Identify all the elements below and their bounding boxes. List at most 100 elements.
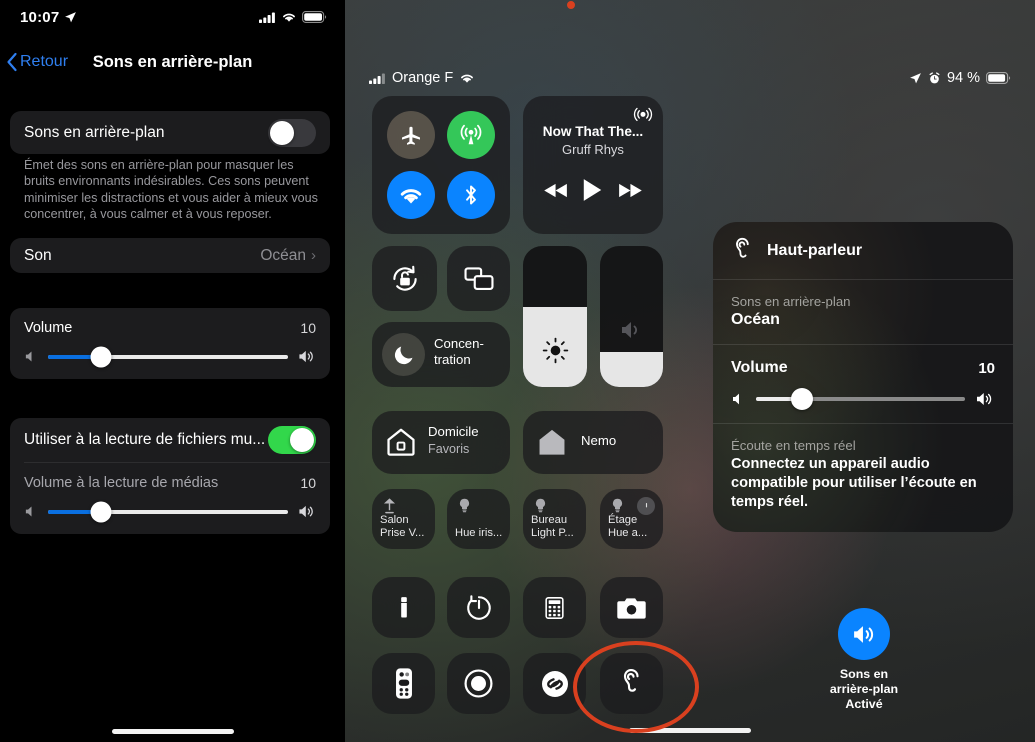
hearing-popup-header: Haut-parleur <box>713 222 1013 279</box>
volume-slider[interactable] <box>600 246 663 387</box>
home-favorites-label: Domicile <box>428 424 479 439</box>
media-artist: Gruff Rhys <box>562 142 624 157</box>
ear-hearing-icon <box>736 237 749 258</box>
background-sounds-action-button[interactable] <box>838 608 890 660</box>
brightness-slider[interactable] <box>523 246 587 387</box>
annotation-placeholder <box>567 1 575 9</box>
back-button[interactable]: Retour <box>6 52 68 72</box>
device-tile-hue-iris-label: Hue iris... <box>455 526 503 539</box>
timer-tile[interactable] <box>447 577 510 638</box>
background-sounds-row[interactable]: Sons en arrière-plan <box>10 111 330 154</box>
fast-forward-icon[interactable] <box>617 182 642 199</box>
hearing-tile[interactable] <box>600 653 663 714</box>
background-sounds-value: Océan <box>731 311 780 328</box>
media-volume-value: 10 <box>300 475 316 491</box>
volume-slider-block: Volume 10 <box>10 308 330 379</box>
calculator-tile[interactable] <box>523 577 586 638</box>
settings-nav-bar: Sons en arrière-plan Retour <box>0 44 345 80</box>
alarm-clock-icon <box>929 71 940 83</box>
airplane-icon <box>402 126 420 145</box>
shazam-tile[interactable] <box>523 653 586 714</box>
home-nemo-label: Nemo <box>581 433 617 448</box>
back-button-label: Retour <box>20 53 69 70</box>
rewind-icon[interactable] <box>544 182 569 199</box>
focus-button[interactable]: Concen- tration <box>372 322 510 387</box>
chevron-right-icon: › <box>311 247 316 264</box>
status-bar-time: 10:07 <box>20 8 60 26</box>
device-tile-hue-iris[interactable]: Hue iris... <box>447 489 510 549</box>
screen-record-tile[interactable] <box>447 653 510 714</box>
background-sounds-sublabel: Sons en arrière-plan <box>731 294 851 309</box>
settings-status-bar: 10:07 <box>0 0 345 34</box>
home-favorites-tile[interactable]: Domicile Favoris <box>372 411 510 474</box>
cellular-data-button[interactable] <box>447 111 495 159</box>
speaker-low-icon <box>733 393 739 405</box>
bluetooth-button[interactable] <box>447 171 495 219</box>
background-sounds-toggle[interactable] <box>268 118 316 147</box>
media-playback-toggle[interactable] <box>268 426 316 454</box>
rotation-lock-icon <box>393 265 417 291</box>
device-secondary-icon[interactable] <box>637 497 655 515</box>
popup-volume-section: Volume 10 <box>713 345 1013 423</box>
calculator-icon <box>545 597 564 619</box>
hearing-popup-title: Haut-parleur <box>767 241 863 259</box>
rotation-lock-button[interactable] <box>372 246 437 311</box>
speaker-high-icon <box>977 393 992 405</box>
focus-label: Concen- tration <box>434 336 484 367</box>
camera-icon <box>617 598 646 619</box>
battery-percentage: 94 % <box>946 70 980 86</box>
media-playback-row[interactable]: Utiliser à la lecture de fichiers mu... <box>10 418 330 462</box>
location-arrow-icon <box>65 11 77 22</box>
speaker-low-icon <box>25 506 32 517</box>
camera-tile[interactable] <box>600 577 663 638</box>
sound-group: Son Océan › <box>10 238 330 273</box>
device-tile-bureau[interactable]: Bureau Light P... <box>523 489 586 549</box>
wifi-icon <box>400 188 422 203</box>
media-playback-label: Utiliser à la lecture de fichiers mu... <box>24 431 266 448</box>
device-tile-salon[interactable]: Salon Prise V... <box>372 489 435 549</box>
lamp-icon <box>383 498 396 514</box>
speaker-high-icon <box>299 350 313 363</box>
device-tile-etage[interactable]: Étage Hue a... <box>600 489 663 549</box>
cc-status-bar: Orange F 94 % <box>369 66 1011 90</box>
popup-volume-slider[interactable] <box>756 388 965 410</box>
speaker-high-icon <box>299 505 313 518</box>
popup-volume-label: Volume <box>731 359 788 376</box>
flashlight-tile[interactable] <box>372 577 435 638</box>
background-sounds-section[interactable]: Sons en arrière-plan Océan <box>713 280 1013 344</box>
bluetooth-icon <box>466 185 476 205</box>
live-listen-section: Écoute en temps réel Connectez un appare… <box>713 424 1013 532</box>
background-sounds-label: Sons en arrière-plan <box>24 123 165 141</box>
wifi-button[interactable] <box>387 171 435 219</box>
home-nemo-tile[interactable]: Nemo <box>523 411 663 474</box>
screen-mirroring-button[interactable] <box>447 246 510 311</box>
media-player-module: Now That The... Gruff Rhys <box>523 96 663 234</box>
ear-hearing-icon <box>623 668 639 692</box>
screen-record-icon <box>464 669 493 698</box>
device-tile-bureau-label: Bureau Light P... <box>531 513 574 539</box>
play-icon[interactable] <box>582 178 603 202</box>
airplane-mode-button[interactable] <box>387 111 435 159</box>
house-outline-icon <box>387 428 415 456</box>
wifi-icon <box>461 74 474 83</box>
speaker-low-icon <box>25 351 32 362</box>
popup-volume-value: 10 <box>978 359 995 377</box>
bulb-icon <box>535 498 546 513</box>
remote-tile[interactable] <box>372 653 435 714</box>
screen-mirroring-icon <box>464 267 494 290</box>
chevron-left-icon <box>7 52 17 72</box>
speaker-icon <box>621 322 637 338</box>
cellular-signal-icon <box>369 73 385 84</box>
wifi-icon <box>283 13 295 22</box>
connectivity-module <box>372 96 510 234</box>
cellular-signal-icon <box>259 12 275 23</box>
media-volume-label: Volume à la lecture de médias <box>24 475 219 491</box>
sound-row-value: Océan <box>260 246 306 264</box>
shazam-icon <box>542 671 568 697</box>
volume-slider[interactable] <box>48 346 288 367</box>
media-volume-slider[interactable] <box>48 501 288 522</box>
battery-icon <box>986 72 1011 84</box>
media-volume-slider-block: Volume à la lecture de médias 10 <box>10 463 330 534</box>
sound-row[interactable]: Son Océan › <box>10 238 330 273</box>
volume-group: Volume 10 <box>10 308 330 379</box>
